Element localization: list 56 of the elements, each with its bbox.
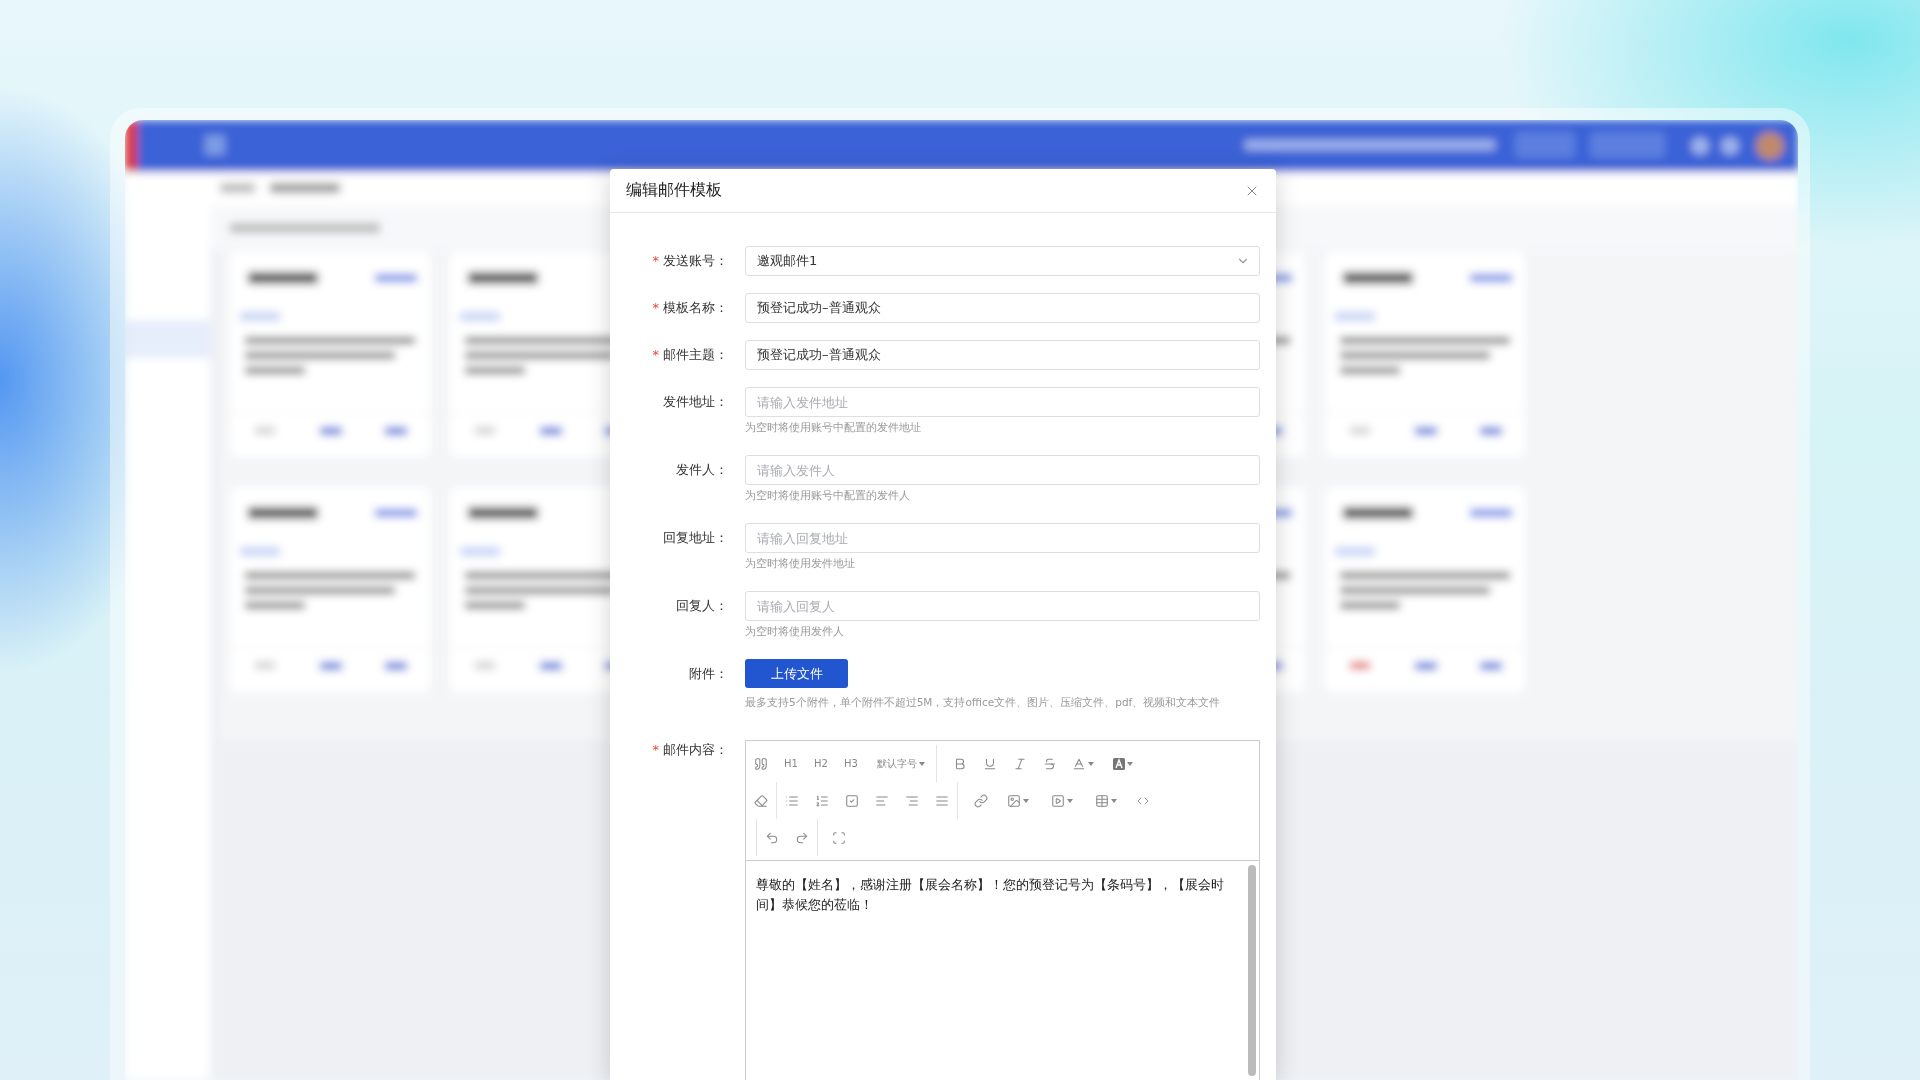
heading-button[interactable]: H1	[776, 745, 806, 782]
quote-icon	[754, 756, 768, 771]
caret-icon	[919, 761, 925, 766]
input-field[interactable]: 请输入回复地址	[745, 523, 1260, 553]
field-hint: 为空时将使用发件人	[745, 625, 845, 639]
input-field[interactable]: 预登记成功–普通观众	[745, 293, 1260, 323]
align-left-icon	[875, 793, 889, 808]
heading-button[interactable]: H2	[806, 745, 836, 782]
field-label: * 邮件主题：	[651, 346, 728, 364]
strikethrough-icon	[1043, 756, 1057, 771]
field-label: * 发送账号：	[651, 252, 728, 270]
field-label: 回复地址：	[662, 529, 728, 547]
undo-icon	[765, 830, 779, 845]
input-field[interactable]: 请输入回复人	[745, 591, 1260, 621]
input-field[interactable]: 预登记成功–普通观众	[745, 340, 1260, 370]
heading-button[interactable]: H3	[836, 745, 866, 782]
redo-icon	[795, 830, 809, 845]
field-hint: 最多支持5个附件，单个附件不超过5M，支持office文件、图片、压缩文件、pdf、视频和文本文件	[745, 696, 1222, 710]
scrollbar[interactable]	[1248, 865, 1256, 1076]
field-hint: 为空时将使用发件地址	[745, 557, 856, 571]
field-label: 回复人：	[675, 597, 728, 615]
font-color-icon	[1072, 756, 1086, 771]
underline-icon	[983, 756, 997, 771]
video-icon	[1051, 793, 1065, 808]
link-icon	[974, 793, 988, 808]
numbered-list-icon	[815, 793, 829, 808]
select-field[interactable]: 邀观邮件1	[745, 246, 1260, 276]
field-label: * 邮件内容：	[651, 741, 728, 759]
caret-icon	[1111, 798, 1117, 803]
checkbox-icon	[845, 793, 859, 808]
input-field[interactable]: 请输入发件人	[745, 455, 1260, 485]
bold-icon	[953, 756, 967, 771]
align-right-icon	[905, 793, 919, 808]
dialog-title: 编辑邮件模板	[626, 180, 722, 201]
field-hint: 为空时将使用账号中配置的发件地址	[745, 421, 922, 435]
field-hint: 为空时将使用账号中配置的发件人	[745, 489, 911, 503]
table-icon	[1095, 793, 1109, 808]
fullscreen-icon	[832, 830, 846, 845]
italic-icon	[1013, 756, 1027, 771]
field-label: 发件地址：	[662, 393, 728, 411]
caret-icon	[1067, 798, 1073, 803]
input-field[interactable]: 请输入发件地址	[745, 387, 1260, 417]
field-label: 附件：	[688, 665, 728, 683]
font-size-dropdown[interactable]: 默认字号	[866, 745, 936, 782]
caret-icon	[1127, 761, 1133, 766]
field-label: * 模板名称：	[651, 299, 728, 317]
field-label: 发件人：	[675, 461, 728, 479]
bullet-list-icon	[785, 793, 799, 808]
caret-icon	[1088, 761, 1094, 766]
eraser-icon	[754, 793, 768, 808]
justify-icon	[935, 793, 949, 808]
image-icon	[1007, 793, 1021, 808]
email-content[interactable]: 尊敬的【姓名】，感谢注册【展会名称】！您的预登记号为【条码号】，【展会时间】恭候您的莅临！	[746, 861, 1245, 1080]
upload-button[interactable]: 上传文件	[745, 659, 848, 688]
highlight-icon	[1113, 757, 1125, 770]
caret-icon	[1023, 798, 1029, 803]
